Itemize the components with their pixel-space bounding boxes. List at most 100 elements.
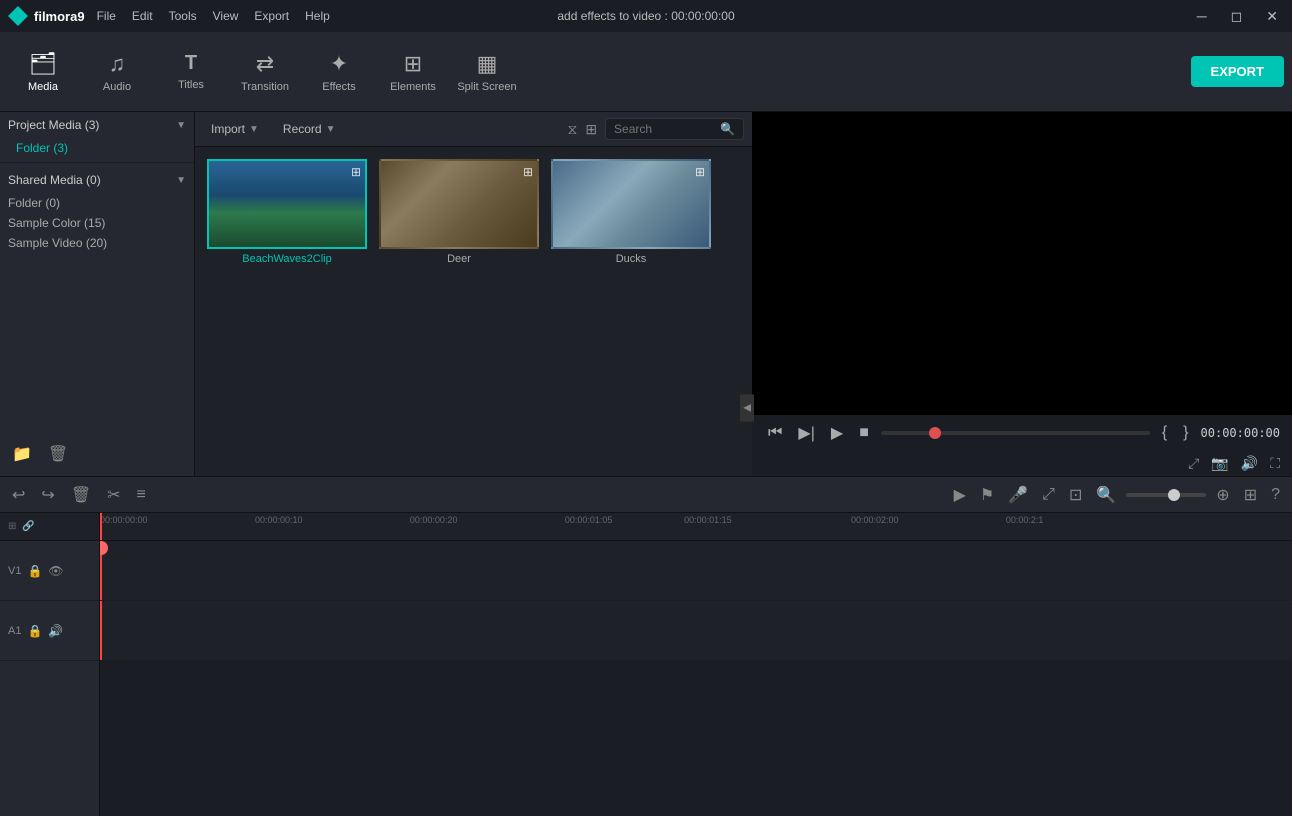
minimize-button[interactable]: ─ (1191, 6, 1213, 26)
add-folder-button[interactable]: 📁 (8, 440, 36, 468)
bracket-open[interactable]: { (1158, 422, 1171, 444)
ruler-header-spacer: ⊞ 🔗 (0, 513, 99, 541)
video-lock-icon[interactable]: 🔒 (27, 564, 42, 578)
video-track-label: V1 (8, 565, 21, 577)
play-tl-button[interactable]: ▶ (950, 481, 970, 509)
ruler-mark-2: 00:00:00:20 (410, 513, 458, 540)
audio-volume-icon[interactable]: 🔊 (48, 624, 63, 638)
stop-button[interactable]: ■ (855, 422, 873, 444)
panel-actions: 📁 🗑 (0, 432, 194, 476)
bracket-close[interactable]: } (1179, 422, 1192, 444)
snap-icon[interactable]: ⊞ (8, 521, 16, 532)
titles-label: Titles (178, 79, 204, 91)
playhead-audio (100, 601, 102, 660)
tool-effects[interactable]: ✦ Effects (304, 37, 374, 107)
time-display: 00:00:00:00 (1201, 426, 1280, 440)
shared-folder-item[interactable]: Folder (0) (0, 193, 194, 213)
record-dropdown-arrow: ▼ (326, 124, 336, 135)
video-track-lane[interactable] (100, 541, 1292, 601)
thumb-overlay-ducks: ⊞ (695, 165, 705, 179)
progress-dot (929, 427, 941, 439)
zoom-slider[interactable] (1126, 493, 1206, 497)
search-box: 🔍 (605, 118, 744, 140)
main-area: Project Media (3) ▼ Folder (3) Shared Me… (0, 112, 1292, 476)
redo-button[interactable]: ↪ (37, 481, 58, 509)
sample-color-item[interactable]: Sample Color (15) (0, 213, 194, 233)
playhead-marker (100, 541, 108, 555)
preview-secondary: ⤢ 📷 🔊 ⛶ (752, 451, 1292, 476)
tool-elements[interactable]: ⊞ Elements (378, 37, 448, 107)
tool-titles[interactable]: T Titles (156, 37, 226, 107)
timeline-toolbar-right: ▶ ⚑ 🎤 ⤢ ⊡ 🔍 ⊕ ⊞ ? (950, 481, 1284, 509)
adjust-button[interactable]: ≡ (133, 482, 150, 508)
mix-button[interactable]: ⤢ (1038, 482, 1059, 508)
media-label: Media (28, 81, 58, 93)
undo-button[interactable]: ↩ (8, 481, 29, 509)
project-media-header[interactable]: Project Media (3) ▼ (0, 112, 194, 138)
video-eye-icon[interactable]: 👁 (48, 564, 63, 578)
effects-label: Effects (322, 81, 355, 93)
menu-file[interactable]: File (97, 9, 116, 23)
timeline-tracks: ⊞ 🔗 V1 🔒 👁 A1 🔒 🔊 00:00:00:00 00:00:00:1… (0, 513, 1292, 816)
remove-folder-button[interactable]: 🗑 (44, 440, 72, 468)
import-button[interactable]: Import ▼ (203, 118, 267, 140)
fullscreen-button[interactable]: ⛶ (1270, 455, 1280, 472)
media-item-deer[interactable]: ⊞ Deer (379, 159, 539, 265)
menu-export[interactable]: Export (254, 9, 289, 23)
maximize-button[interactable]: ◻ (1225, 6, 1249, 27)
cut-button[interactable]: ✂ (103, 481, 124, 509)
zoom-out-button[interactable]: 🔍 (1092, 481, 1120, 509)
tool-transition[interactable]: ⇄ Transition (230, 37, 300, 107)
record-label: Record (283, 122, 322, 136)
progress-bar[interactable] (881, 431, 1150, 435)
insert-button[interactable]: ⊡ (1065, 481, 1086, 509)
filter-icon[interactable]: ⧖ (567, 121, 577, 138)
help-tl-button[interactable]: ? (1267, 482, 1284, 508)
splitscreen-label: Split Screen (457, 81, 516, 93)
menu-view[interactable]: View (213, 9, 239, 23)
transition-icon: ⇄ (256, 51, 274, 77)
menu-tools[interactable]: Tools (169, 9, 197, 23)
folder-item[interactable]: Folder (3) (0, 138, 194, 158)
record-button[interactable]: Record ▼ (275, 118, 344, 140)
titlebar-right: ─ ◻ ✕ (1191, 6, 1284, 27)
snapshot-button[interactable]: 📷 (1211, 455, 1228, 472)
close-button[interactable]: ✕ (1260, 6, 1284, 27)
tool-audio[interactable]: ♫ Audio (82, 37, 152, 107)
splitscreen-icon: ▦ (477, 51, 498, 77)
mic-button[interactable]: 🎤 (1004, 481, 1032, 509)
titles-icon: T (185, 52, 197, 75)
project-media-arrow: ▼ (176, 120, 186, 131)
shared-media-header[interactable]: Shared Media (0) ▼ (0, 167, 194, 193)
tool-splitscreen[interactable]: ▦ Split Screen (452, 37, 522, 107)
zoom-add-button[interactable]: ⊕ (1212, 481, 1233, 509)
grid-icon[interactable]: ⊞ (585, 121, 597, 138)
collapse-handle[interactable]: ◀ (740, 395, 754, 422)
menu-edit[interactable]: Edit (132, 9, 153, 23)
volume-button[interactable]: 🔊 (1241, 455, 1258, 472)
preview-controls: ⏮ ▶| ▶ ■ { } 00:00:00:00 (752, 415, 1292, 451)
menu-help[interactable]: Help (305, 9, 330, 23)
thumb-overlay-deer: ⊞ (523, 165, 533, 179)
sample-video-item[interactable]: Sample Video (20) (0, 233, 194, 253)
media-item-ducks[interactable]: ⊞ Ducks (551, 159, 711, 265)
step-back-button[interactable]: ⏮ (764, 422, 786, 444)
play-button[interactable]: ▶ (827, 421, 847, 445)
delete-button[interactable]: 🗑 (67, 481, 95, 509)
play-prev-button[interactable]: ▶| (794, 421, 818, 445)
audio-lock-icon[interactable]: 🔒 (27, 624, 42, 638)
resize-preview-button[interactable]: ⤢ (1188, 455, 1199, 472)
audio-icon: ♫ (109, 51, 126, 77)
search-input[interactable] (614, 122, 714, 136)
marker-button[interactable]: ⚑ (976, 481, 998, 509)
audio-track-lane[interactable] (100, 601, 1292, 661)
export-button[interactable]: EXPORT (1191, 56, 1284, 87)
layout-button[interactable]: ⊞ (1240, 481, 1261, 509)
preview-screen (752, 112, 1292, 415)
tool-media[interactable]: 🗂 Media (8, 37, 78, 107)
track-content: 00:00:00:00 00:00:00:10 00:00:00:20 00:0… (100, 513, 1292, 816)
titlebar-left: filmora9 File Edit Tools View Export Hel… (8, 6, 330, 26)
media-item-beach[interactable]: ⊞ BeachWaves2Clip (207, 159, 367, 265)
link-icon[interactable]: 🔗 (22, 521, 34, 532)
effects-icon: ✦ (330, 51, 348, 77)
